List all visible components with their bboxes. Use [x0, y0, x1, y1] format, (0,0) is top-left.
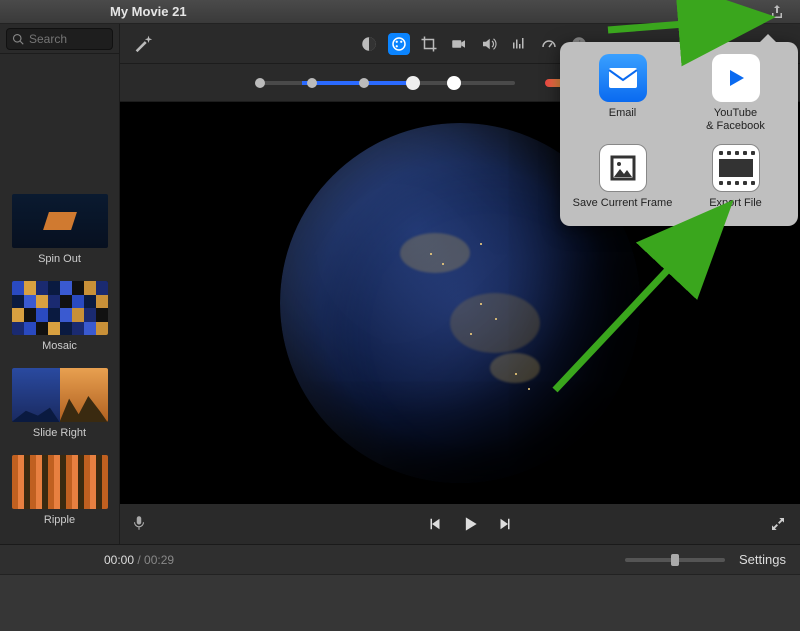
audio-eq-icon[interactable] [508, 33, 530, 55]
expand-diagonal-icon[interactable] [770, 516, 786, 532]
transition-item-ripple[interactable]: Ripple [12, 455, 107, 526]
project-title: My Movie 21 [110, 4, 187, 19]
time-current: 00:00 [104, 553, 134, 567]
play-icon[interactable] [460, 514, 480, 534]
share-youtube-button[interactable]: YouTube & Facebook [679, 54, 792, 140]
transition-item-mosaic[interactable]: Mosaic [12, 281, 107, 352]
share-icon[interactable] [769, 4, 785, 20]
search-icon [12, 33, 24, 45]
share-label: Export File [709, 197, 762, 210]
share-popover: Email YouTube & Facebook Save Current Fr… [560, 42, 798, 226]
color-palette-icon[interactable] [388, 33, 410, 55]
window-titlebar: My Movie 21 [0, 0, 800, 24]
magic-wand-icon[interactable] [132, 32, 156, 56]
transition-label: Spin Out [38, 253, 81, 265]
mail-icon [599, 54, 647, 102]
transition-label: Slide Right [33, 427, 86, 439]
levels-slider[interactable] [255, 72, 515, 94]
crop-icon[interactable] [418, 33, 440, 55]
share-export-file-button[interactable]: Export File [679, 144, 792, 218]
speedometer-icon[interactable] [538, 33, 560, 55]
share-label: Email [609, 107, 637, 120]
timeline-track[interactable] [0, 574, 800, 631]
skip-back-icon[interactable] [426, 515, 444, 533]
timeline-zoom-slider[interactable] [625, 558, 725, 562]
sidebar-spacer [0, 54, 119, 184]
timeline-status-bar: 00:00 / 00:29 Settings [0, 544, 800, 574]
filmstrip-icon [712, 144, 760, 192]
time-duration: 00:29 [144, 553, 174, 567]
share-label: YouTube & Facebook [706, 107, 765, 132]
settings-button[interactable]: Settings [739, 552, 786, 567]
share-save-frame-button[interactable]: Save Current Frame [566, 144, 679, 218]
share-email-button[interactable]: Email [566, 54, 679, 140]
youtube-play-icon [712, 54, 760, 102]
timecode: 00:00 / 00:29 [104, 553, 174, 567]
share-label: Save Current Frame [573, 197, 673, 210]
transition-item-slide-right[interactable]: Slide Right [12, 368, 107, 439]
audio-volume-icon[interactable] [478, 33, 500, 55]
contrast-icon[interactable] [358, 33, 380, 55]
transition-label: Ripple [44, 514, 75, 526]
transitions-sidebar: Spin Out Mosaic Slide Right [0, 24, 120, 544]
skip-forward-icon[interactable] [496, 515, 514, 533]
playback-bar [120, 504, 800, 544]
transition-item-spin-out[interactable]: Spin Out [12, 194, 107, 265]
video-camera-icon[interactable] [448, 33, 470, 55]
microphone-icon[interactable] [130, 514, 150, 534]
transition-label: Mosaic [42, 340, 77, 352]
picture-frame-icon [599, 144, 647, 192]
